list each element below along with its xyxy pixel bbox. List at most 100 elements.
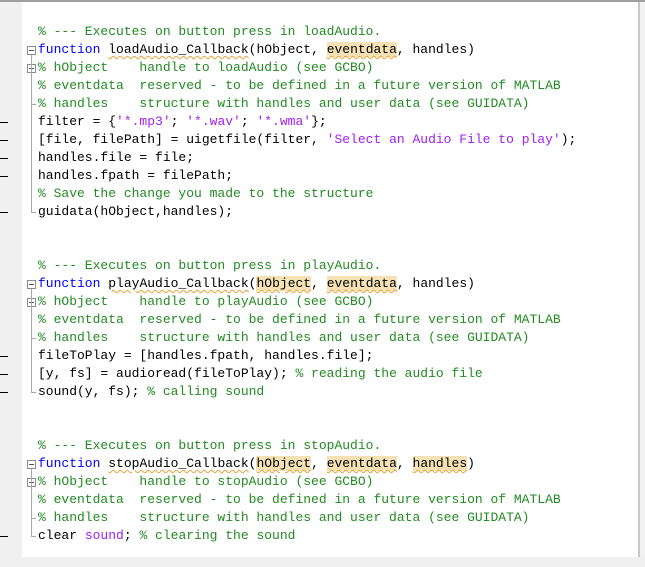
code-token: , <box>311 276 327 291</box>
fold-guide <box>31 469 32 536</box>
code-line[interactable]: clear sound; % clearing the sound <box>22 527 639 545</box>
code-token: , <box>311 456 327 471</box>
code-line[interactable]: % eventdata reserved - to be defined in … <box>22 491 639 509</box>
code-line-text: % handles structure with handles and use… <box>38 95 529 113</box>
fold-function-icon[interactable] <box>27 46 36 55</box>
comment: % handles structure with handles and use… <box>38 510 530 525</box>
code-line[interactable]: % hObject handle to stopAudio (see GCBO) <box>22 473 639 491</box>
code-line-text: % eventdata reserved - to be defined in … <box>38 311 561 329</box>
code-line[interactable]: % handles structure with handles and use… <box>22 95 639 113</box>
code-line[interactable]: % handles structure with handles and use… <box>22 329 639 347</box>
code-area[interactable]: % --- Executes on button press in loadAu… <box>22 2 639 557</box>
code-line-text: % hObject handle to loadAudio (see GCBO) <box>38 59 373 77</box>
code-token: , <box>396 456 413 471</box>
code-line[interactable]: handles.fpath = filePath; <box>22 167 639 185</box>
code-editor[interactable]: % --- Executes on button press in loadAu… <box>0 0 645 567</box>
code-line[interactable]: function loadAudio_Callback(hObject, eve… <box>22 41 639 59</box>
breakpoint-gutter[interactable] <box>0 2 22 557</box>
string-literal: '*.wma' <box>256 114 312 129</box>
code-token: handles.file = file; <box>38 150 195 165</box>
horizontal-scrollbar[interactable] <box>0 557 645 567</box>
code-line[interactable]: % --- Executes on button press in stopAu… <box>22 437 639 455</box>
comment: % --- Executes on button press in stopAu… <box>38 438 382 453</box>
comment: % handles structure with handles and use… <box>38 330 530 345</box>
code-line[interactable]: function stopAudio_Callback(hObject, eve… <box>22 455 639 473</box>
breakpoint-marker[interactable] <box>0 356 8 357</box>
highlighted-variable: hObject <box>256 276 312 291</box>
code-line[interactable]: function playAudio_Callback(hObject, eve… <box>22 275 639 293</box>
code-token: ; <box>170 114 187 129</box>
keyword: function <box>38 456 101 471</box>
function-name: playAudio_Callback <box>108 276 249 291</box>
code-line-text: % hObject handle to playAudio (see GCBO) <box>38 293 373 311</box>
code-token: (hObject, <box>248 42 327 57</box>
code-token: clear <box>38 528 85 543</box>
function-name: loadAudio_Callback <box>108 42 249 57</box>
code-token: [y, fs] = audioread(fileToPlay); <box>38 366 296 381</box>
comment: % calling sound <box>147 384 265 399</box>
code-line-text: % handles structure with handles and use… <box>38 509 529 527</box>
code-token: [file, filePath] = uigetfile(filter, <box>38 132 327 147</box>
fold-comment-end <box>31 104 36 105</box>
code-line[interactable]: % eventdata reserved - to be defined in … <box>22 311 639 329</box>
code-line[interactable]: % hObject handle to playAudio (see GCBO) <box>22 293 639 311</box>
code-line[interactable]: [file, filePath] = uigetfile(filter, 'Se… <box>22 131 639 149</box>
code-token: ; <box>240 114 257 129</box>
code-token: ; <box>123 528 140 543</box>
comment: % Save the change you made to the struct… <box>38 186 374 201</box>
code-line-text: % --- Executes on button press in playAu… <box>38 257 381 275</box>
breakpoint-marker[interactable] <box>0 176 8 177</box>
breakpoint-marker[interactable] <box>0 392 8 393</box>
fold-function-icon[interactable] <box>27 280 36 289</box>
code-line-text: % eventdata reserved - to be defined in … <box>38 491 561 509</box>
code-line-text: function stopAudio_Callback(hObject, eve… <box>38 455 475 473</box>
breakpoint-marker[interactable] <box>0 212 8 213</box>
fold-function-end <box>31 536 36 537</box>
code-line[interactable]: handles.file = file; <box>22 149 639 167</box>
code-token: ) <box>467 456 475 471</box>
code-line[interactable]: % --- Executes on button press in playAu… <box>22 257 639 275</box>
code-line[interactable]: guidata(hObject,handles); <box>22 203 639 221</box>
code-line-text: % --- Executes on button press in stopAu… <box>38 437 381 455</box>
comment: % eventdata reserved - to be defined in … <box>38 78 561 93</box>
code-line[interactable]: [y, fs] = audioread(fileToPlay); % readi… <box>22 365 639 383</box>
code-token: handles.fpath = filePath; <box>38 168 234 183</box>
code-token: filter = { <box>38 114 117 129</box>
comment: % hObject handle to stopAudio (see GCBO) <box>38 474 374 489</box>
code-line[interactable]: % hObject handle to loadAudio (see GCBO) <box>22 59 639 77</box>
vertical-scrollbar[interactable] <box>638 2 640 557</box>
code-line-text: function playAudio_Callback(hObject, eve… <box>38 275 475 293</box>
fold-function-end <box>31 392 36 393</box>
code-line-text: sound(y, fs); % calling sound <box>38 383 264 401</box>
fold-function-icon[interactable] <box>27 460 36 469</box>
breakpoint-marker[interactable] <box>0 158 8 159</box>
breakpoint-marker[interactable] <box>0 374 8 375</box>
code-line[interactable]: % Save the change you made to the struct… <box>22 185 639 203</box>
code-line-text: % eventdata reserved - to be defined in … <box>38 77 561 95</box>
breakpoint-marker[interactable] <box>0 140 8 141</box>
code-line[interactable]: % eventdata reserved - to be defined in … <box>22 77 639 95</box>
comment: % eventdata reserved - to be defined in … <box>38 312 561 327</box>
code-token: }; <box>311 114 327 129</box>
code-line[interactable]: filter = {'*.mp3'; '*.wav'; '*.wma'}; <box>22 113 639 131</box>
code-line[interactable]: fileToPlay = [handles.fpath, handles.fil… <box>22 347 639 365</box>
function-name: stopAudio_Callback <box>108 456 249 471</box>
code-line-text: guidata(hObject,handles); <box>38 203 233 221</box>
keyword: function <box>38 276 101 291</box>
code-line-text: % hObject handle to stopAudio (see GCBO) <box>38 473 373 491</box>
highlighted-variable: eventdata <box>326 42 397 57</box>
breakpoint-marker[interactable] <box>0 536 8 537</box>
code-line[interactable]: % handles structure with handles and use… <box>22 509 639 527</box>
fold-guide <box>31 289 32 392</box>
code-line-text: fileToPlay = [handles.fpath, handles.fil… <box>38 347 373 365</box>
string-literal: '*.wav' <box>186 114 241 129</box>
code-token: , handles) <box>396 276 475 291</box>
breakpoint-marker[interactable] <box>0 122 8 123</box>
comment: % hObject handle to loadAudio (see GCBO) <box>38 60 374 75</box>
comment: % handles structure with handles and use… <box>38 96 530 111</box>
code-line-text: handles.fpath = filePath; <box>38 167 233 185</box>
code-line[interactable]: sound(y, fs); % calling sound <box>22 383 639 401</box>
comment: % clearing the sound <box>139 528 296 543</box>
code-line[interactable]: % --- Executes on button press in loadAu… <box>22 23 639 41</box>
comment: % --- Executes on button press in playAu… <box>38 258 382 273</box>
